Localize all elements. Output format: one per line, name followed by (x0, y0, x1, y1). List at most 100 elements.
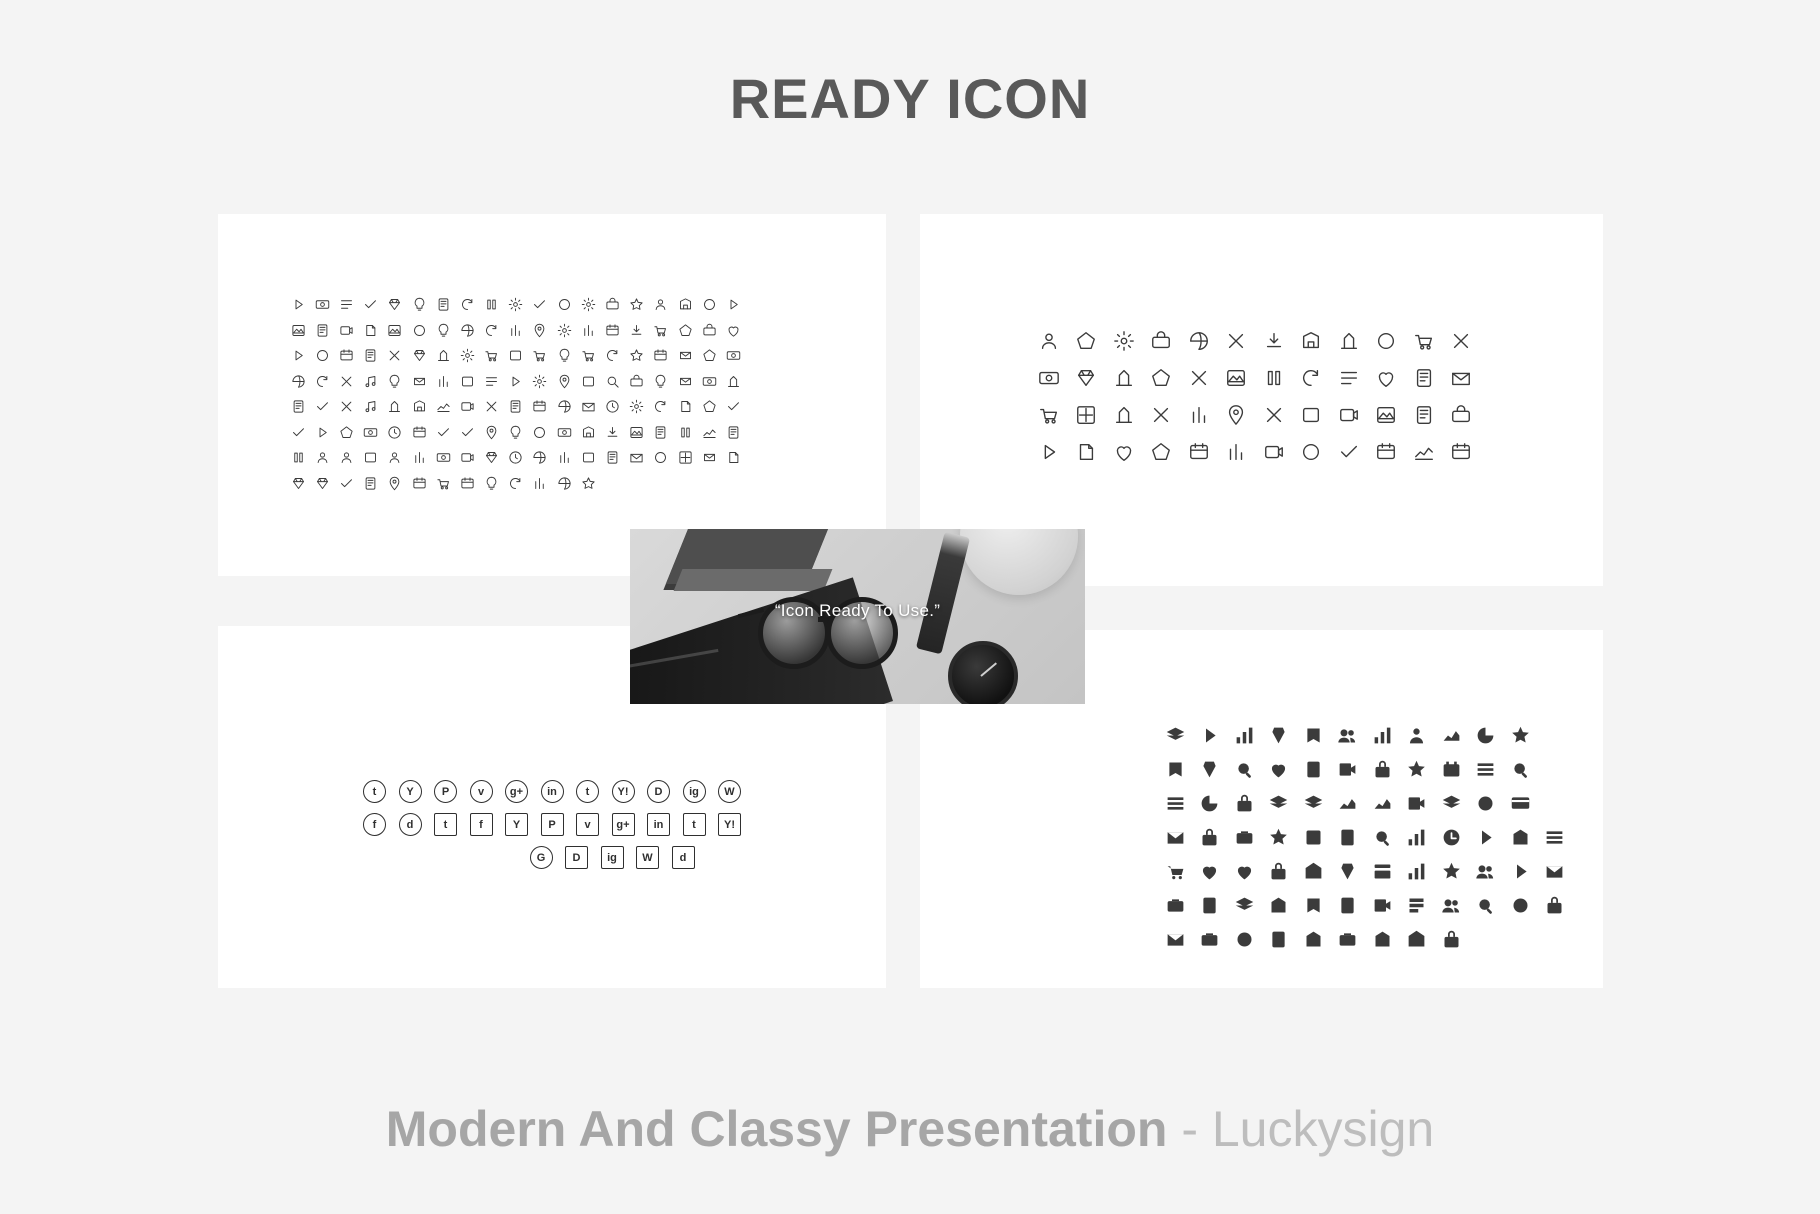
basket-icon[interactable] (528, 420, 552, 446)
map-pin-icon[interactable] (1030, 433, 1068, 470)
globe-icon[interactable] (1443, 433, 1481, 470)
key-icon[interactable] (1105, 359, 1143, 396)
stopwatch-icon[interactable] (1331, 752, 1366, 786)
wordpress-icon[interactable]: W (636, 846, 659, 869)
close-circle-icon[interactable] (334, 445, 358, 471)
cloud-off-icon[interactable] (286, 471, 310, 497)
wallet-icon[interactable] (407, 471, 431, 497)
list-icon[interactable] (649, 318, 673, 344)
safe-box-icon[interactable] (1158, 854, 1193, 888)
shopping-cart-icon[interactable] (1296, 854, 1331, 888)
gear-icon[interactable] (1180, 359, 1218, 396)
info-circle-icon[interactable] (600, 420, 624, 446)
bar-chart-icon[interactable] (1158, 752, 1193, 786)
image-icon[interactable] (625, 318, 649, 344)
lines-icon[interactable] (383, 394, 407, 420)
microphone-icon[interactable] (1400, 888, 1435, 922)
repeat-icon[interactable] (480, 394, 504, 420)
share-icon[interactable] (480, 445, 504, 471)
diamond-icon[interactable] (1068, 396, 1106, 433)
yahoo-icon[interactable]: Y! (611, 780, 635, 803)
meeting-icon[interactable] (1434, 786, 1469, 820)
calculator-icon[interactable] (1400, 854, 1435, 888)
sun-icon[interactable] (673, 292, 697, 318)
alarm-clock-icon[interactable] (1365, 752, 1400, 786)
arrow-right-icon[interactable] (697, 369, 721, 395)
triangle-icon[interactable] (359, 394, 383, 420)
magnifier-icon[interactable] (1143, 359, 1181, 396)
binders-icon[interactable] (1469, 718, 1504, 752)
mushroom-icon[interactable] (310, 292, 334, 318)
leaf-icon[interactable] (600, 292, 624, 318)
redo-icon[interactable] (649, 445, 673, 471)
award-badge-icon[interactable] (383, 292, 407, 318)
calendar-clock-icon[interactable] (1503, 752, 1538, 786)
knife-icon[interactable] (334, 318, 358, 344)
export-icon[interactable] (310, 394, 334, 420)
shuffle-icon[interactable] (455, 394, 479, 420)
safe-icon[interactable] (1434, 752, 1469, 786)
feed-icon[interactable] (383, 420, 407, 446)
water-drop-icon[interactable] (407, 292, 431, 318)
mouse-icon[interactable] (1368, 433, 1406, 470)
music-note-icon[interactable] (504, 394, 528, 420)
picture-icon[interactable] (1368, 322, 1406, 359)
dropbox-icon[interactable]: D (647, 780, 670, 803)
star-icon[interactable] (1143, 322, 1181, 359)
copy-icon[interactable] (576, 445, 600, 471)
search-icon[interactable] (673, 445, 697, 471)
fire-icon[interactable] (1405, 396, 1443, 433)
clipboard-clock-icon[interactable] (1331, 786, 1366, 820)
atm-icon[interactable] (1503, 820, 1538, 854)
check-mark-icon[interactable] (600, 445, 624, 471)
bar-chart-down-icon[interactable] (1227, 752, 1262, 786)
handheld-console-icon[interactable] (407, 318, 431, 344)
game-device-icon[interactable] (455, 318, 479, 344)
wind-icon[interactable] (721, 292, 745, 318)
radio-icon[interactable] (431, 343, 455, 369)
vimeo-icon[interactable]: v (576, 813, 599, 836)
smartphone-icon[interactable] (1218, 433, 1256, 470)
folder-icon[interactable] (1143, 433, 1181, 470)
volume-high-icon[interactable] (455, 369, 479, 395)
mail-open-icon[interactable] (1262, 922, 1297, 956)
bottle-icon[interactable] (504, 292, 528, 318)
store-icon[interactable] (1255, 433, 1293, 470)
basket-icon[interactable] (1365, 854, 1400, 888)
gamepad-icon[interactable] (431, 318, 455, 344)
arrow-down-circle-icon[interactable] (697, 420, 721, 446)
plus-circle-icon[interactable] (286, 445, 310, 471)
printer-icon[interactable] (504, 445, 528, 471)
credit-card-icon[interactable] (1503, 854, 1538, 888)
paint-bucket-icon[interactable] (1293, 396, 1331, 433)
floppy-disk-icon[interactable] (359, 343, 383, 369)
check-box-icon[interactable] (649, 394, 673, 420)
pointer-icon[interactable] (552, 471, 576, 497)
play-icon[interactable] (504, 369, 528, 395)
stop-icon[interactable] (552, 369, 576, 395)
clock-icon[interactable] (1296, 752, 1331, 786)
hourglass-icon[interactable] (1400, 752, 1435, 786)
mail-stack-icon[interactable] (1296, 922, 1331, 956)
eye-icon[interactable] (1068, 433, 1106, 470)
lock-icon[interactable] (1105, 396, 1143, 433)
volume-mute-icon[interactable] (480, 369, 504, 395)
hierarchy-icon[interactable] (1503, 786, 1538, 820)
check-circle-icon[interactable] (359, 445, 383, 471)
trash-icon[interactable] (1030, 359, 1068, 396)
tablet-icon[interactable] (1331, 922, 1366, 956)
cloud-icon[interactable] (1030, 322, 1068, 359)
bag-icon[interactable] (576, 420, 600, 446)
speaker-icon[interactable] (407, 369, 431, 395)
arrow-up-circle-icon[interactable] (721, 420, 745, 446)
volume-low-icon[interactable] (431, 369, 455, 395)
key-icon[interactable] (1400, 718, 1435, 752)
tumblr-icon[interactable]: t (682, 813, 706, 836)
arrow-down-icon[interactable] (286, 394, 310, 420)
dollar-coin-icon[interactable] (1227, 820, 1262, 854)
crop-frame-icon[interactable] (721, 343, 745, 369)
screen-icon[interactable] (1193, 922, 1228, 956)
video-camera-icon[interactable] (1218, 322, 1256, 359)
watch-icon[interactable] (1443, 322, 1481, 359)
bank-icon[interactable] (1469, 820, 1504, 854)
